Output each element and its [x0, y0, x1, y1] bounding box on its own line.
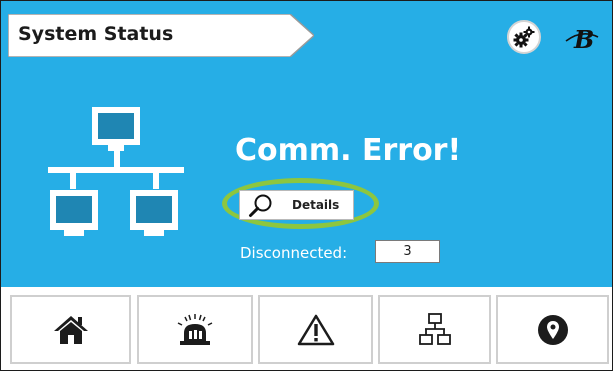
- nav-home-button[interactable]: [10, 295, 131, 364]
- location-pin-icon: [537, 314, 568, 345]
- nav-location-button[interactable]: [496, 295, 609, 364]
- nav-warnings-button[interactable]: [258, 295, 373, 364]
- network-diagram-icon: [48, 107, 184, 236]
- network-icon: [418, 312, 451, 345]
- status-panel: System Status B Comm. Error! Details Dis…: [1, 1, 612, 287]
- svg-text:B: B: [573, 25, 594, 53]
- settings-button[interactable]: [507, 20, 541, 54]
- nav-network-button[interactable]: [378, 295, 491, 364]
- home-icon: [53, 315, 88, 344]
- page-title: System Status: [18, 23, 174, 45]
- disconnected-count: 3: [375, 240, 440, 263]
- nav-alarms-button[interactable]: [137, 295, 253, 364]
- disconnected-label: Disconnected:: [240, 244, 348, 262]
- bottom-nav: [1, 287, 612, 370]
- brand-logo-icon: B: [565, 25, 599, 53]
- system-status-screen: System Status B Comm. Error! Details Dis…: [0, 0, 613, 371]
- warning-triangle-icon: [297, 314, 334, 345]
- gears-icon: [513, 26, 535, 48]
- details-button[interactable]: Details: [239, 190, 354, 220]
- magnifier-icon: [249, 194, 272, 217]
- error-message: Comm. Error!: [235, 133, 462, 168]
- details-label: Details: [292, 198, 340, 212]
- alarm-light-icon: [177, 313, 213, 345]
